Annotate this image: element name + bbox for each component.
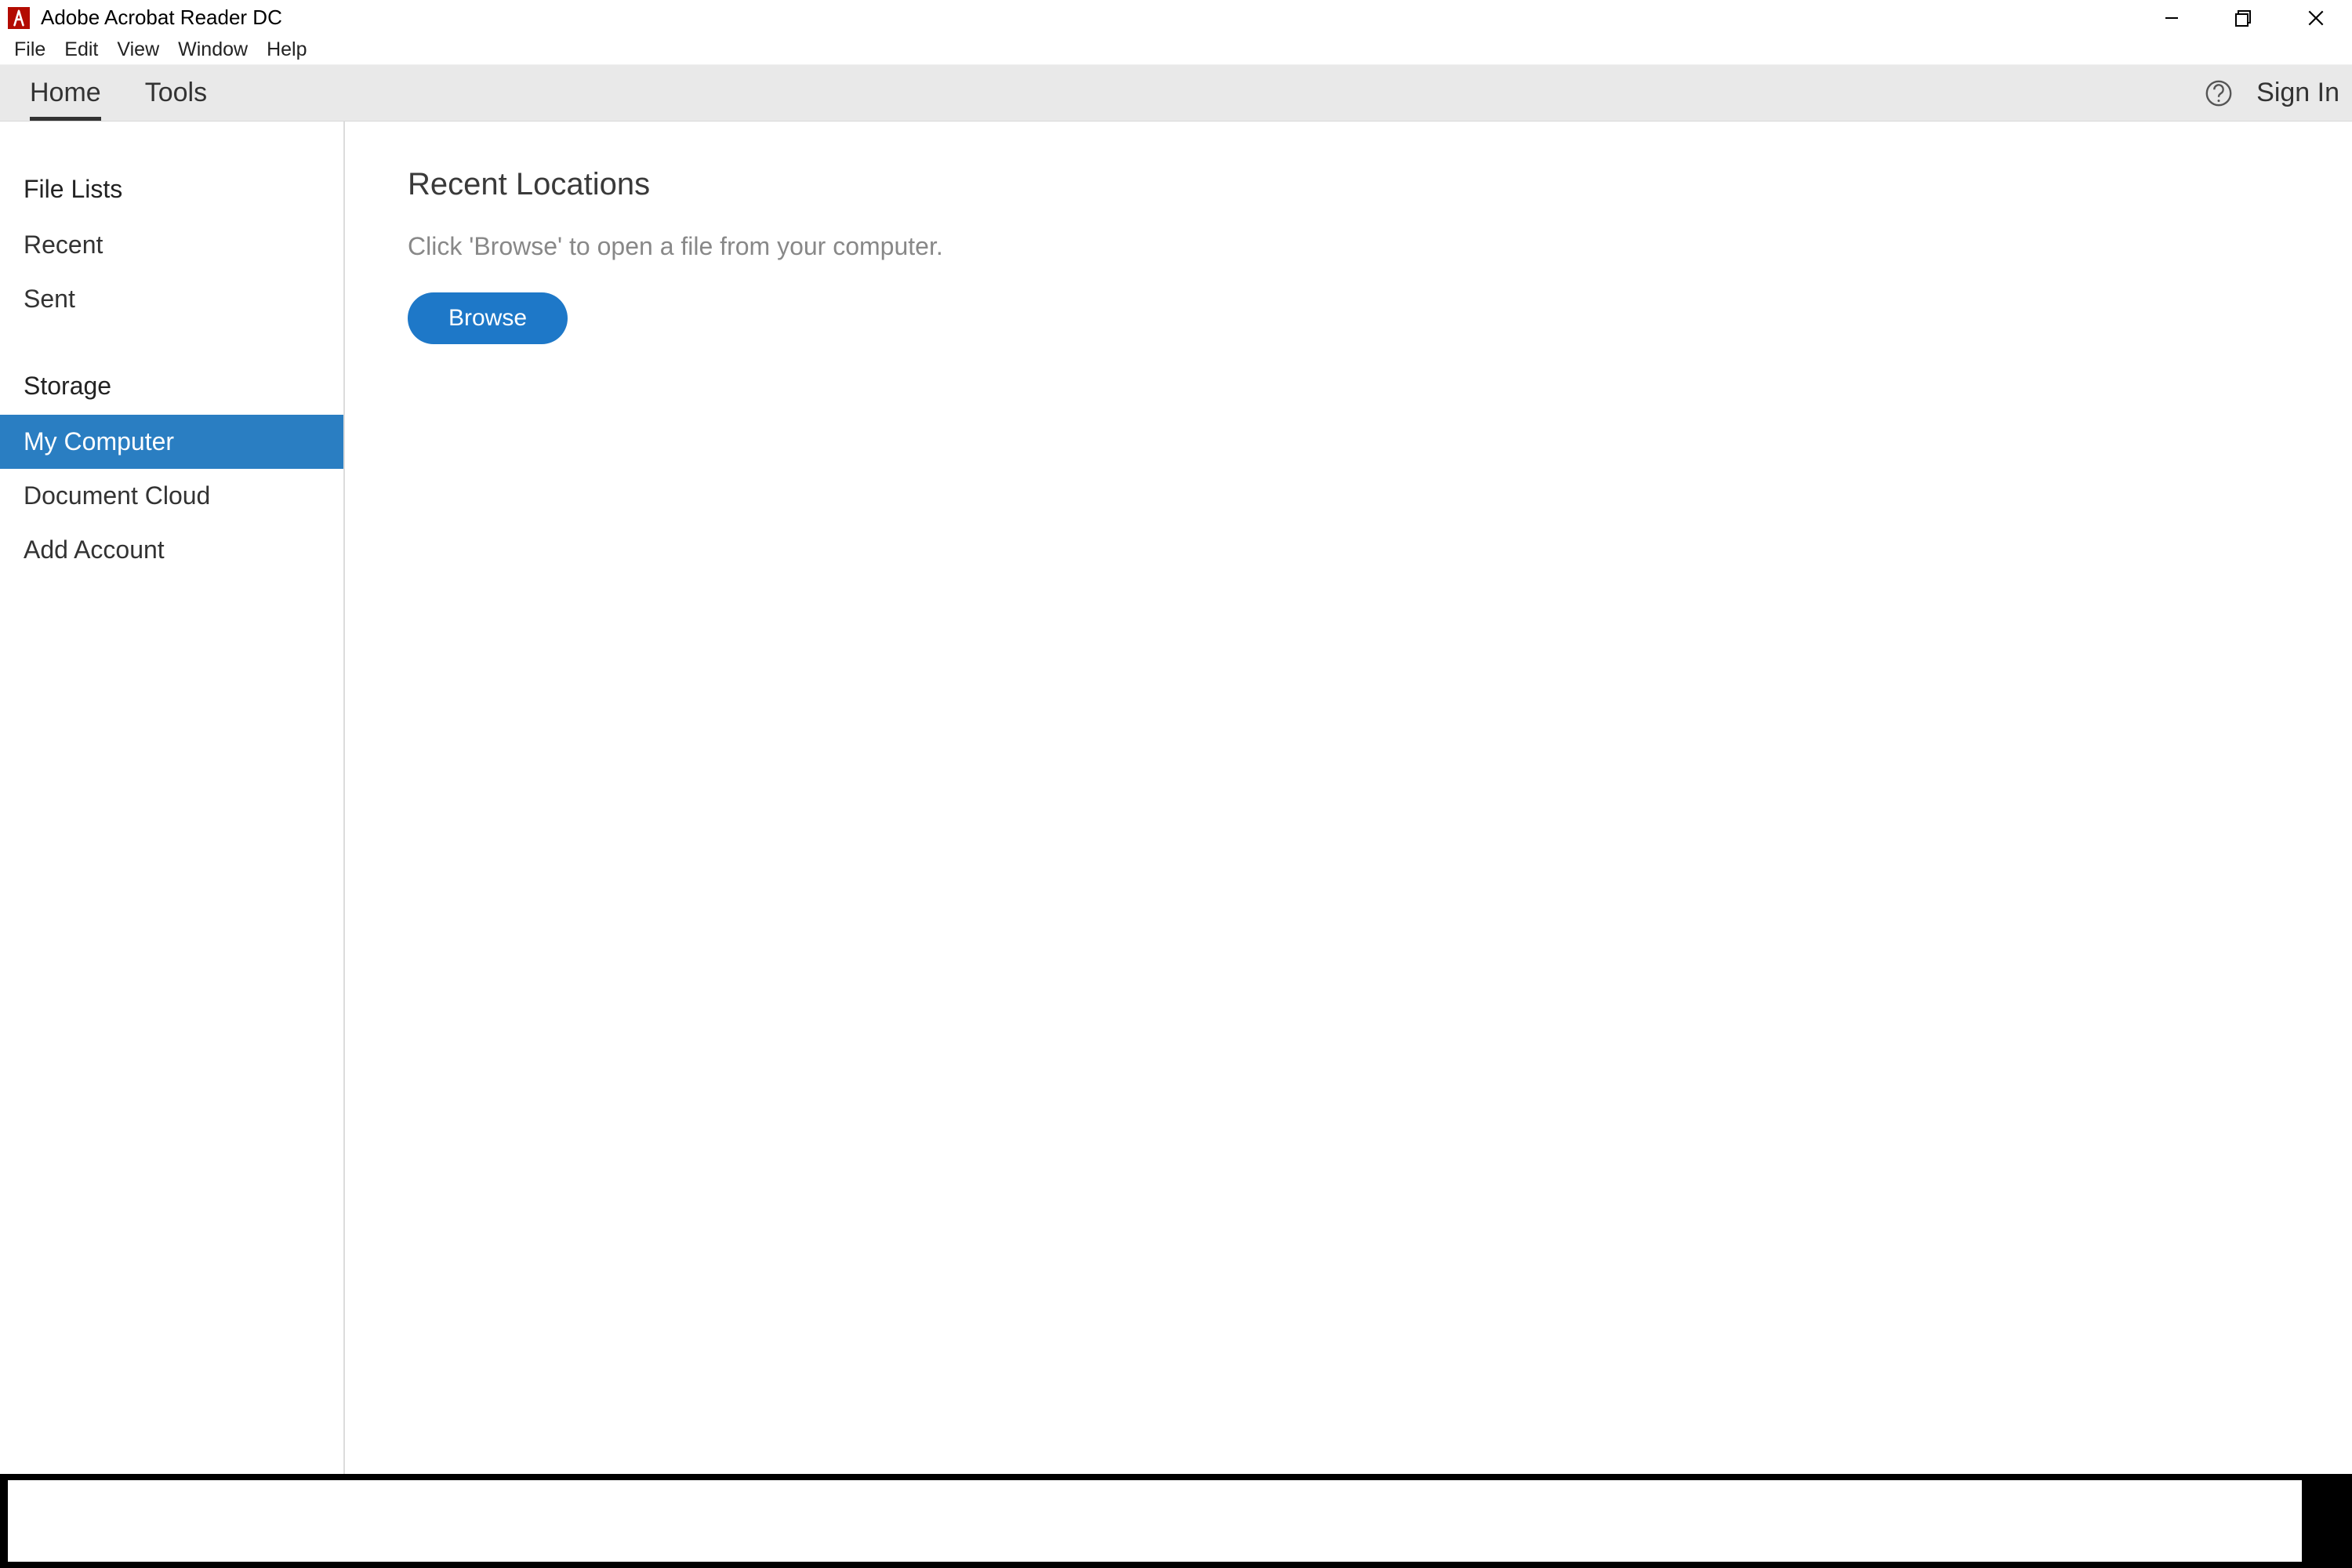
sidebar-item-recent[interactable]: Recent [0, 218, 343, 272]
menu-edit[interactable]: Edit [55, 35, 107, 64]
app-title: Adobe Acrobat Reader DC [41, 5, 282, 30]
maximize-button[interactable] [2208, 0, 2280, 35]
menubar: File Edit View Window Help [0, 35, 2352, 65]
sidebar-item-sent[interactable]: Sent [0, 272, 343, 326]
tab-tools[interactable]: Tools [123, 65, 229, 121]
minimize-button[interactable] [2136, 0, 2208, 35]
sidebar-item-my-computer[interactable]: My Computer [0, 415, 343, 469]
bottom-panel [0, 1474, 2352, 1568]
browse-button[interactable]: Browse [408, 292, 568, 344]
content-heading: Recent Locations [408, 167, 2289, 202]
sidebar-header-file-lists: File Lists [0, 161, 343, 218]
app-icon [8, 7, 30, 29]
titlebar: Adobe Acrobat Reader DC [0, 0, 2352, 35]
bottom-panel-main[interactable] [5, 1477, 2305, 1565]
sidebar-item-add-account[interactable]: Add Account [0, 523, 343, 577]
content-subtext: Click 'Browse' to open a file from your … [408, 232, 2289, 261]
sidebar: File Lists Recent Sent Storage My Comput… [0, 122, 345, 1474]
menu-view[interactable]: View [107, 35, 169, 64]
tab-home[interactable]: Home [8, 65, 123, 121]
close-button[interactable] [2280, 0, 2352, 35]
menu-help[interactable]: Help [257, 35, 316, 64]
menu-window[interactable]: Window [169, 35, 257, 64]
signin-link[interactable]: Sign In [2242, 65, 2339, 121]
sidebar-item-document-cloud[interactable]: Document Cloud [0, 469, 343, 523]
content: Recent Locations Click 'Browse' to open … [345, 122, 2352, 1474]
toolbar: Home Tools Sign In [0, 65, 2352, 122]
bottom-panel-side[interactable] [2325, 1474, 2352, 1568]
sidebar-header-storage: Storage [0, 358, 343, 415]
menu-file[interactable]: File [5, 35, 55, 64]
help-icon[interactable] [2195, 65, 2242, 121]
body: File Lists Recent Sent Storage My Comput… [0, 122, 2352, 1474]
